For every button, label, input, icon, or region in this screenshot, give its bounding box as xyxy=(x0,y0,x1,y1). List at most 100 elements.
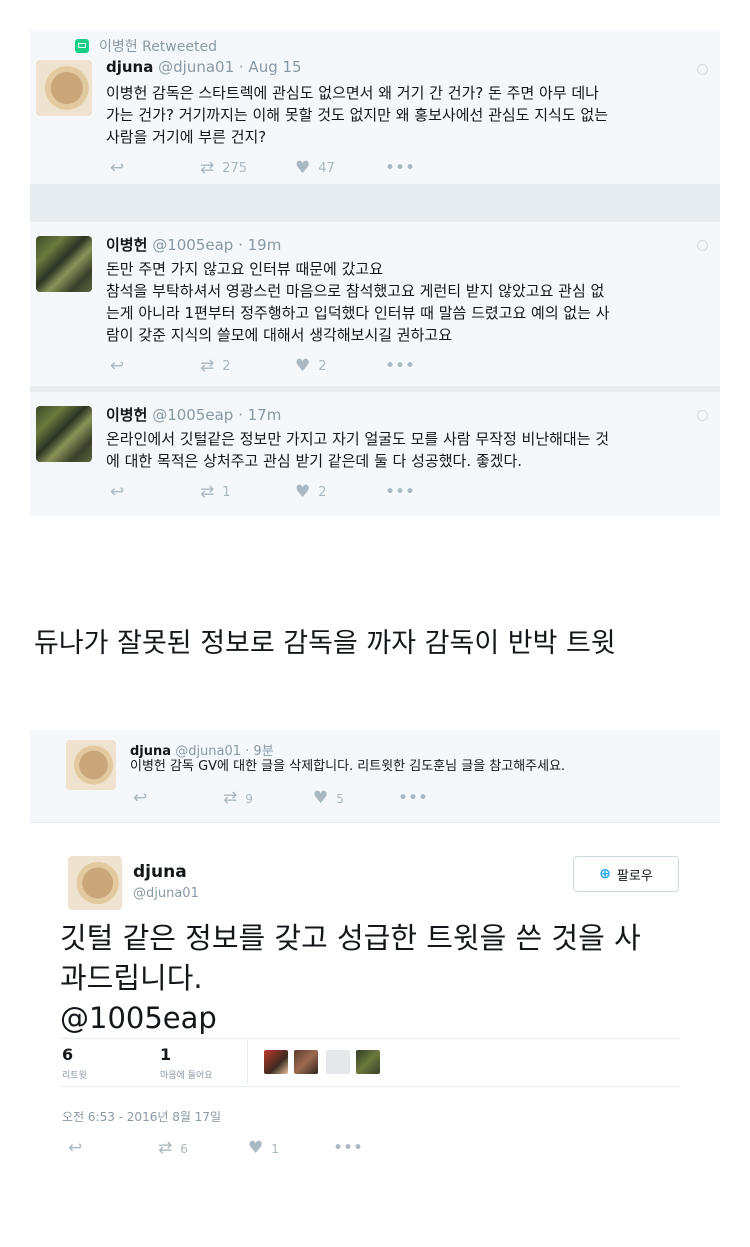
like-stat-count[interactable]: 1 xyxy=(160,1045,171,1064)
tweet-text: 돈만 주면 가지 않고요 인터뷰 때문에 갔고요 참석을 부탁하셔서 영광스런 … xyxy=(106,258,706,346)
text-line: 가는 건가? 거기까지는 이해 못할 것도 없지만 왜 홍보사에선 관심도 지식… xyxy=(106,106,609,124)
author-handle-time[interactable]: @1005eap · 19m xyxy=(152,236,281,254)
tweet-actions: ↩ ⇄ 6 ♥ 1 ••• xyxy=(68,1140,363,1157)
stats-divider-bottom xyxy=(60,1086,680,1087)
tweet-header: djuna @djuna01 · 9분 xyxy=(130,740,274,759)
avatar[interactable] xyxy=(66,740,116,790)
retweet-count: 9 xyxy=(245,791,253,806)
mention-link[interactable]: @1005eap xyxy=(60,998,690,1038)
retweet-action[interactable]: ⇄ 6 xyxy=(158,1140,248,1157)
retweet-action[interactable]: ⇄ 2 xyxy=(200,358,295,375)
liker-avatar[interactable] xyxy=(326,1050,350,1074)
reply-icon[interactable]: ↩ xyxy=(110,484,200,501)
divider xyxy=(30,184,720,222)
tweet-header: djuna @djuna01 · Aug 15 xyxy=(106,58,302,76)
retweet-stat-label: 리트윗 xyxy=(62,1071,87,1081)
tweet-header: 이병헌 @1005eap · 19m xyxy=(106,234,281,255)
caret-icon[interactable] xyxy=(697,64,708,75)
like-action[interactable]: ♥ 47 xyxy=(295,160,385,177)
retweet-badge-icon xyxy=(75,39,89,53)
stats-divider-top xyxy=(60,1038,680,1039)
like-count: 2 xyxy=(318,485,327,500)
more-icon[interactable]: ••• xyxy=(385,358,415,375)
like-stat-label: 마음에 들어요 xyxy=(160,1071,213,1081)
caption-text: 듀나가 잘못된 정보로 감독을 까자 감독이 반박 트윗 xyxy=(34,628,616,659)
tweet-actions: ↩ ⇄ 275 ♥ 47 ••• xyxy=(110,160,415,177)
retweet-count: 1 xyxy=(222,485,231,500)
retweet-action[interactable]: ⇄ 9 xyxy=(223,790,313,807)
reply-icon[interactable]: ↩ xyxy=(110,160,200,177)
tweet-text: 온라인에서 깃털같은 정보만 가지고 자기 얼굴도 모를 사람 무작정 비난해대… xyxy=(106,428,706,472)
heart-icon: ♥ xyxy=(248,1138,264,1158)
retweet-context: 이병헌 Retweeted xyxy=(75,36,217,56)
liker-avatar[interactable] xyxy=(294,1050,318,1074)
text-line: 사람을 거기에 부른 건지? xyxy=(106,128,267,146)
text-line: 돈만 주면 가지 않고요 인터뷰 때문에 갔고요 xyxy=(106,260,384,278)
more-icon[interactable]: ••• xyxy=(385,160,415,177)
like-action[interactable]: ♥ 1 xyxy=(248,1140,333,1157)
liker-avatar[interactable] xyxy=(356,1050,380,1074)
retweet-icon: ⇄ xyxy=(158,1138,173,1158)
retweet-action[interactable]: ⇄ 275 xyxy=(200,160,295,177)
avatar[interactable] xyxy=(36,236,92,292)
author-name[interactable]: djuna xyxy=(133,862,187,882)
text-line: 과드립니다. xyxy=(60,961,203,995)
like-action[interactable]: ♥ 2 xyxy=(295,484,385,501)
tweet-text: 이병헌 감독은 스타트렉에 관심도 없으면서 왜 거기 간 건가? 돈 주면 아… xyxy=(106,82,706,148)
author-handle-time[interactable]: @djuna01 · Aug 15 xyxy=(158,58,301,76)
like-count: 5 xyxy=(336,791,344,806)
more-icon[interactable]: ••• xyxy=(398,790,428,807)
like-action[interactable]: ♥ 5 xyxy=(313,790,398,807)
text-line: 람이 갖준 지식의 쓸모에 대해서 생각해보시길 권하고요 xyxy=(106,326,453,344)
stats-separator xyxy=(247,1040,248,1084)
retweet-action[interactable]: ⇄ 1 xyxy=(200,484,295,501)
author-handle-time[interactable]: @djuna01 · 9분 xyxy=(175,744,273,759)
tweet-timestamp[interactable]: 오전 6:53 - 2016년 8월 17일 xyxy=(62,1108,221,1125)
author-name[interactable]: 이병헌 xyxy=(106,406,147,424)
like-count: 2 xyxy=(318,359,327,374)
tweet-actions: ↩ ⇄ 2 ♥ 2 ••• xyxy=(110,358,415,375)
reply-icon[interactable]: ↩ xyxy=(110,358,200,375)
follow-button[interactable]: ⊕ 팔로우 xyxy=(573,856,679,892)
caret-icon[interactable] xyxy=(697,410,708,421)
text-line: 깃털 같은 정보를 갖고 성급한 트윗을 쓴 것을 사 xyxy=(60,921,641,955)
text-line: 이병헌 감독은 스타트렉에 관심도 없으면서 왜 거기 간 건가? 돈 주면 아… xyxy=(106,84,599,102)
retweet-stat-count[interactable]: 6 xyxy=(62,1045,73,1064)
caret-icon[interactable] xyxy=(697,240,708,251)
avatar[interactable] xyxy=(36,60,92,116)
author-name[interactable]: djuna xyxy=(130,744,171,759)
retweet-icon: ⇄ xyxy=(200,356,215,376)
avatar[interactable] xyxy=(68,856,122,910)
text-line: 는게 아니라 1편부터 정주행하고 입덕했다 인터뷰 때 말씀 드렸고요 예의 … xyxy=(106,304,610,322)
heart-icon: ♥ xyxy=(295,356,311,376)
retweet-count: 6 xyxy=(180,1141,188,1156)
text-line: 에 대한 목적은 상처주고 관심 받기 같은데 둘 다 성공했다. 좋겠다. xyxy=(106,452,523,470)
like-action[interactable]: ♥ 2 xyxy=(295,358,385,375)
like-count: 47 xyxy=(318,161,335,176)
more-icon[interactable]: ••• xyxy=(385,484,415,501)
like-count: 1 xyxy=(271,1141,279,1156)
author-name[interactable]: 이병헌 xyxy=(106,236,147,254)
author-name[interactable]: djuna xyxy=(106,58,153,76)
more-icon[interactable]: ••• xyxy=(333,1140,363,1157)
retweet-count: 2 xyxy=(222,359,231,374)
follow-person-icon: ⊕ xyxy=(599,866,611,882)
follow-label: 팔로우 xyxy=(616,868,653,884)
author-handle-time[interactable]: @1005eap · 17m xyxy=(152,406,281,424)
liker-avatar[interactable] xyxy=(264,1050,288,1074)
reply-icon[interactable]: ↩ xyxy=(68,1140,158,1157)
heart-icon: ♥ xyxy=(295,482,311,502)
text-line: 참석을 부탁하셔서 영광스런 마음으로 참석했고요 게런티 받지 않았고요 관심… xyxy=(106,282,605,300)
reply-icon[interactable]: ↩ xyxy=(133,790,223,807)
tweet-text: 깃털 같은 정보를 갖고 성급한 트윗을 쓴 것을 사 과드립니다. @1005… xyxy=(60,918,690,1038)
heart-icon: ♥ xyxy=(313,788,329,808)
retweeted-by-label: 이병헌 Retweeted xyxy=(99,39,217,55)
heart-icon: ♥ xyxy=(295,158,311,178)
avatar[interactable] xyxy=(36,406,92,462)
retweet-icon: ⇄ xyxy=(200,482,215,502)
retweet-icon: ⇄ xyxy=(200,158,215,178)
author-handle[interactable]: @djuna01 xyxy=(133,886,199,901)
text-line: 이병헌 감독 GV에 대한 글을 삭제합니다. 리트윗한 김도훈님 글을 참고해… xyxy=(130,759,566,774)
tweet-actions: ↩ ⇄ 1 ♥ 2 ••• xyxy=(110,484,415,501)
tweet-header: 이병헌 @1005eap · 17m xyxy=(106,404,281,425)
